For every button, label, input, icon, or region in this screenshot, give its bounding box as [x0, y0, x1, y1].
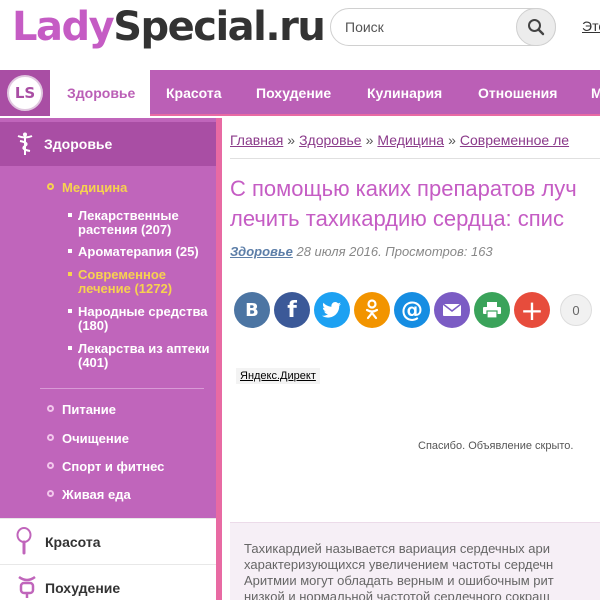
breadcrumb-health[interactable]: Здоровье — [299, 132, 362, 148]
at-sign-icon: @ — [401, 297, 423, 323]
square-bullet-icon — [68, 249, 72, 253]
page-title: С помощью каких препаратов луч лечить та… — [230, 176, 577, 231]
square-bullet-icon — [68, 309, 72, 313]
ad-hidden-message: Спасибо. Объявление скрыто. — [418, 440, 574, 452]
main-nav: LS Здоровье Красота Похудение Кулинария … — [0, 70, 600, 116]
facebook-icon: f — [287, 297, 297, 323]
sidebar-section-title: Здоровье — [44, 136, 113, 152]
search-icon — [528, 19, 545, 36]
search-button[interactable] — [516, 8, 556, 46]
scale-icon — [18, 575, 36, 598]
site-header: LadySpecial.ru Эте — [0, 0, 600, 70]
sidebar-subitem-modern-treatment[interactable]: Современное лечение (1272) — [78, 268, 214, 296]
nav-item-relations[interactable]: Отношения — [478, 70, 557, 116]
article-text: Тахикардией называется вариация сердечны… — [244, 541, 554, 600]
nav-item-cooking[interactable]: Кулинария — [367, 70, 442, 116]
sidebar-category-label: Похудение — [45, 580, 121, 596]
meta-date-views: 28 июля 2016. Просмотров: 163 — [296, 244, 493, 259]
plus-icon: + — [520, 293, 544, 327]
sidebar-subitem-pharmacy[interactable]: Лекарства из аптеки (401) — [78, 342, 214, 370]
bullet-icon — [47, 405, 54, 412]
sidebar-divider — [40, 388, 204, 389]
sidebar-section-header[interactable]: Здоровье — [0, 122, 216, 166]
site-logo[interactable]: LadySpecial.ru — [12, 2, 326, 52]
sidebar-category-label: Красота — [45, 534, 101, 550]
share-counter: 0 — [560, 294, 592, 326]
sidebar-category-weight-loss[interactable]: Похудение — [0, 564, 216, 600]
bullet-icon — [47, 183, 54, 190]
nav-item-health[interactable]: Здоровье — [50, 70, 150, 116]
breadcrumb: Главная» Здоровье» Медицина» Современное ле — [230, 132, 570, 148]
odnoklassniki-share-button[interactable] — [354, 292, 390, 328]
meta-category-link[interactable]: Здоровье — [230, 244, 293, 259]
twitter-icon — [322, 302, 341, 318]
sidebar-subitem-aromatherapy[interactable]: Ароматерапия (25) — [78, 245, 214, 259]
yandex-direct-label[interactable]: Яндекс.Директ — [236, 368, 320, 384]
sidebar-item-nutrition[interactable]: Питание — [62, 402, 116, 417]
ls-logo-icon: LS — [7, 75, 43, 111]
sidebar-subitem-folk-remedies[interactable]: Народные средства (180) — [78, 305, 214, 333]
main-content: Главная» Здоровье» Медицина» Современное ле… — [230, 118, 600, 600]
email-share-button[interactable] — [434, 292, 470, 328]
sidebar-item-medicine[interactable]: Медицина — [62, 180, 127, 195]
facebook-share-button[interactable]: f — [274, 292, 310, 328]
sidebar-item-cleansing[interactable]: Очищение — [62, 431, 129, 446]
breadcrumb-divider — [230, 158, 600, 159]
square-bullet-icon — [68, 213, 72, 217]
print-share-button[interactable] — [474, 292, 510, 328]
search-input[interactable] — [345, 18, 505, 36]
envelope-icon — [442, 303, 462, 316]
printer-icon — [483, 302, 501, 319]
mirror-icon — [16, 527, 32, 555]
nav-home-logo[interactable]: LS — [0, 70, 50, 116]
sidebar: Здоровье Медицина Лекарственные растения… — [0, 118, 216, 600]
twitter-share-button[interactable] — [314, 292, 350, 328]
vk-share-button[interactable]: B — [234, 292, 270, 328]
sidebar-subitem-herbs[interactable]: Лекарственные растения (207) — [78, 209, 214, 237]
odnoklassniki-icon — [365, 299, 379, 320]
square-bullet-icon — [68, 346, 72, 350]
bullet-icon — [47, 462, 54, 469]
breadcrumb-medicine[interactable]: Медицина — [377, 132, 444, 148]
header-top-link[interactable]: Эте — [582, 18, 600, 34]
bullet-icon — [47, 434, 54, 441]
article-meta: Здоровье 28 июля 2016. Просмотров: 163 — [230, 244, 493, 259]
nav-item-weight-loss[interactable]: Похудение — [256, 70, 331, 116]
sidebar-category-beauty[interactable]: Красота — [0, 518, 216, 562]
article-intro-box: Тахикардией называется вариация сердечны… — [230, 522, 600, 600]
sidebar-accent-strip — [216, 118, 222, 600]
more-share-button[interactable]: + — [514, 292, 550, 328]
nav-item-more[interactable]: М — [591, 70, 600, 116]
sidebar-item-sport[interactable]: Спорт и фитнес — [62, 459, 164, 474]
mailru-share-button[interactable]: @ — [394, 292, 430, 328]
breadcrumb-home[interactable]: Главная — [230, 132, 283, 148]
square-bullet-icon — [68, 272, 72, 276]
bullet-icon — [47, 490, 54, 497]
sidebar-item-live-food[interactable]: Живая еда — [62, 487, 131, 502]
sidebar-health-section: Здоровье Медицина Лекарственные растения… — [0, 118, 216, 518]
search-box — [330, 8, 556, 46]
caduceus-icon — [17, 132, 33, 155]
breadcrumb-modern-treatment[interactable]: Современное ле — [460, 132, 569, 148]
vk-icon: B — [245, 299, 259, 321]
nav-item-beauty[interactable]: Красота — [166, 70, 222, 116]
